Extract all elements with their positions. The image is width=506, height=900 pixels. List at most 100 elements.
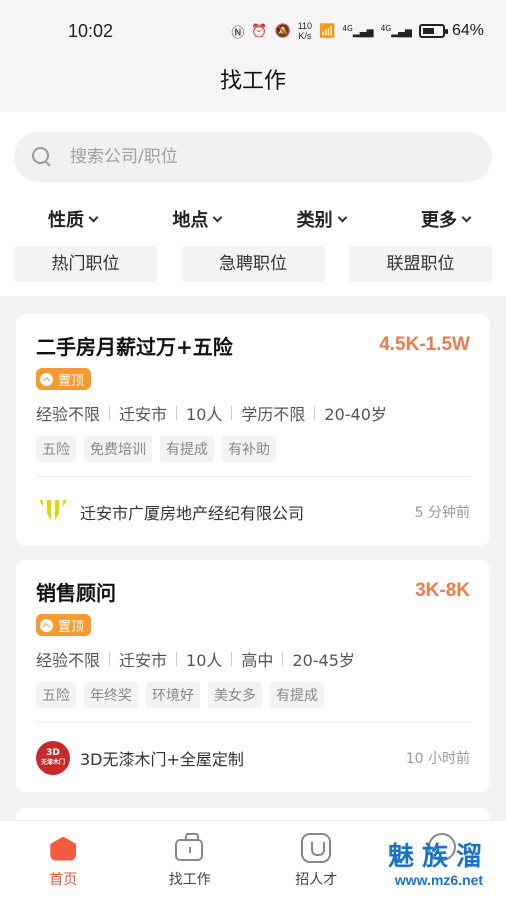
status-bar: 10:02 Ⓝ ⏰ 🔕 110 K/s 📶 4G▂▄▆ 4G▂▄▆ 64% bbox=[0, 0, 506, 62]
requirement-education: 学历不限 bbox=[241, 405, 306, 424]
requirement-location: 迁安市 bbox=[119, 651, 168, 670]
job-card[interactable]: 二手房月薪过万+五险 4.5K-1.5W 置顶 经验不限 迁安市 10人 学历不… bbox=[16, 314, 490, 546]
divider bbox=[109, 406, 111, 420]
divider bbox=[282, 652, 284, 666]
requirement-education: 高中 bbox=[241, 651, 274, 670]
job-requirements: 经验不限 迁安市 10人 学历不限 20-40岁 bbox=[36, 402, 470, 424]
benefit-tag: 环境好 bbox=[146, 682, 200, 708]
job-benefits: 五险 年终奖 环境好 美女多 有提成 bbox=[36, 682, 470, 708]
guangsha-logo-icon bbox=[36, 495, 70, 529]
job-card[interactable]: 销售顾问 3K-8K 置顶 经验不限 迁安市 10人 高中 20-45岁 五险 … bbox=[16, 560, 490, 792]
pin-up-icon bbox=[40, 372, 53, 386]
benefit-tag: 有提成 bbox=[160, 436, 214, 462]
job-title: 销售顾问 bbox=[36, 580, 116, 605]
company-name: 3D无漆木门+全屋定制 bbox=[80, 749, 244, 769]
divider bbox=[314, 406, 316, 420]
job-salary: 3K-8K bbox=[415, 580, 470, 601]
chevron-down-icon bbox=[337, 212, 348, 222]
site-watermark: 魅族溜 www.mz6.net bbox=[388, 842, 490, 888]
benefit-tag: 有提成 bbox=[270, 682, 324, 708]
requirement-age: 20-40岁 bbox=[324, 405, 387, 424]
requirement-headcount: 10人 bbox=[186, 405, 223, 424]
page-title: 找工作 bbox=[0, 62, 506, 112]
search-input[interactable] bbox=[70, 147, 430, 167]
net-speed-unit: K/s bbox=[298, 31, 312, 41]
requirement-location: 迁安市 bbox=[119, 405, 168, 424]
nfc-icon: Ⓝ bbox=[231, 25, 245, 41]
filter-nature[interactable]: 性质 bbox=[48, 202, 99, 236]
requirement-experience: 经验不限 bbox=[36, 405, 101, 424]
quick-tag-urgent[interactable]: 急聘职位 bbox=[181, 246, 325, 282]
net-speed: 110 K/s bbox=[298, 21, 312, 41]
alarm-icon: ⏰ bbox=[251, 23, 268, 39]
watermark-main: 魅族溜 bbox=[387, 842, 490, 872]
chevron-down-icon bbox=[212, 212, 223, 222]
watermark-url: www.mz6.net bbox=[394, 872, 484, 888]
search-icon bbox=[32, 147, 52, 167]
tab-label: 招人才 bbox=[295, 871, 338, 888]
quick-tag-hot[interactable]: 热门职位 bbox=[14, 246, 157, 282]
job-title: 二手房月薪过万+五险 bbox=[36, 334, 233, 359]
divider bbox=[176, 406, 178, 420]
wifi-icon: 📶 bbox=[319, 23, 336, 39]
status-time: 10:02 bbox=[68, 20, 114, 41]
divider bbox=[231, 406, 233, 420]
recruit-icon bbox=[301, 832, 332, 863]
chevron-down-icon bbox=[88, 212, 99, 222]
benefit-tag: 美女多 bbox=[208, 682, 262, 708]
benefit-tag: 免费培训 bbox=[84, 436, 152, 462]
benefit-tag: 五险 bbox=[36, 436, 76, 462]
job-benefits: 五险 免费培训 有提成 有补助 bbox=[36, 436, 470, 462]
logo-text: 3D bbox=[46, 747, 60, 758]
status-icons: Ⓝ ⏰ 🔕 110 K/s 📶 4G▂▄▆ 4G▂▄▆ 64% bbox=[231, 21, 484, 41]
divider bbox=[109, 652, 111, 666]
tab-home[interactable]: 首页 bbox=[0, 821, 127, 900]
pinned-badge: 置顶 bbox=[36, 368, 92, 390]
filter-label: 类别 bbox=[296, 210, 333, 231]
job-card-header: 二手房月薪过万+五险 4.5K-1.5W bbox=[36, 330, 470, 360]
tab-label: 找工作 bbox=[168, 871, 211, 888]
pinned-badge-label: 置顶 bbox=[58, 373, 85, 389]
company-name: 迁安市广厦房地产经纪有限公司 bbox=[80, 503, 305, 523]
3d-door-logo-icon: 3D 无漆木门 bbox=[36, 740, 70, 775]
benefit-tag: 有补助 bbox=[222, 436, 276, 462]
company-row[interactable]: 3D 无漆木门 3D无漆木门+全屋定制 10 小时前 bbox=[36, 722, 470, 792]
quick-tag-alliance[interactable]: 联盟职位 bbox=[349, 246, 492, 282]
pin-up-icon bbox=[40, 618, 53, 632]
signal-label: 4G bbox=[342, 24, 353, 33]
divider bbox=[176, 652, 178, 666]
benefit-tag: 年终奖 bbox=[84, 682, 138, 708]
job-list: 二手房月薪过万+五险 4.5K-1.5W 置顶 经验不限 迁安市 10人 学历不… bbox=[0, 296, 506, 792]
pinned-badge: 置顶 bbox=[36, 614, 92, 636]
filter-location[interactable]: 地点 bbox=[172, 202, 223, 236]
requirement-age: 20-45岁 bbox=[292, 651, 355, 670]
filter-category[interactable]: 类别 bbox=[296, 202, 348, 236]
search-bar[interactable] bbox=[14, 132, 492, 182]
filter-bar: 性质 地点 类别 更多 bbox=[14, 182, 492, 236]
chevron-down-icon bbox=[461, 212, 472, 222]
requirement-experience: 经验不限 bbox=[36, 651, 101, 670]
filter-label: 更多 bbox=[420, 210, 457, 231]
briefcase-icon bbox=[174, 832, 205, 863]
tab-recruit[interactable]: 招人才 bbox=[253, 821, 380, 900]
pinned-badge-label: 置顶 bbox=[58, 619, 85, 635]
battery-percent: 64% bbox=[451, 22, 484, 39]
net-speed-value: 110 bbox=[297, 21, 313, 31]
signal-icon-2: 4G▂▄▆ bbox=[380, 24, 412, 38]
filter-label: 地点 bbox=[172, 210, 209, 231]
filter-more[interactable]: 更多 bbox=[420, 202, 472, 236]
company-row[interactable]: 迁安市广厦房地产经纪有限公司 5 分钟前 bbox=[36, 476, 470, 546]
battery-icon bbox=[418, 24, 448, 38]
job-requirements: 经验不限 迁安市 10人 高中 20-45岁 bbox=[36, 648, 470, 670]
divider bbox=[231, 652, 233, 666]
post-time: 10 小时前 bbox=[405, 750, 470, 767]
job-card-header: 销售顾问 3K-8K bbox=[36, 576, 470, 606]
quick-tags: 热门职位 急聘职位 联盟职位 bbox=[14, 246, 492, 282]
logo-subtext: 无漆木门 bbox=[40, 758, 65, 766]
mute-icon: 🔕 bbox=[274, 23, 291, 39]
filter-label: 性质 bbox=[48, 210, 84, 231]
requirement-headcount: 10人 bbox=[186, 651, 223, 670]
tab-find-job[interactable]: 找工作 bbox=[127, 821, 254, 900]
job-salary: 4.5K-1.5W bbox=[379, 334, 470, 355]
post-time: 5 分钟前 bbox=[414, 504, 470, 521]
